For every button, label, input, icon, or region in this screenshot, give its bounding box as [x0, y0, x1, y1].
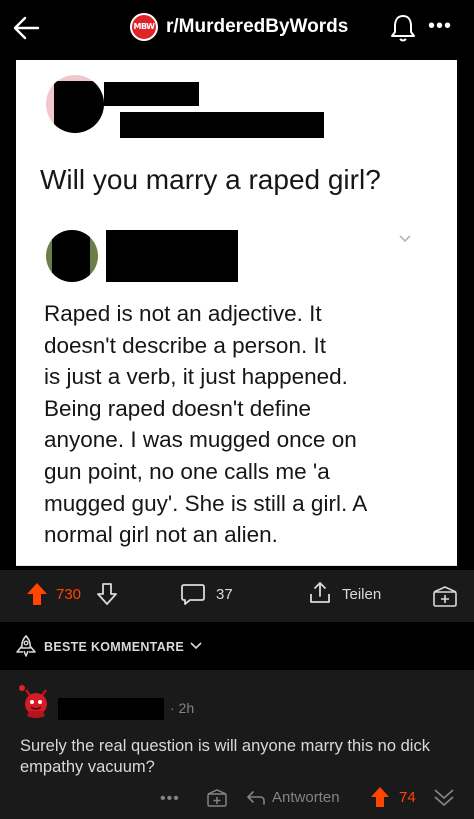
- share-icon[interactable]: [308, 581, 332, 605]
- redaction-box: [106, 230, 238, 282]
- upvote-icon[interactable]: [370, 786, 390, 808]
- share-button[interactable]: Teilen: [342, 586, 381, 603]
- more-options-icon[interactable]: •••: [428, 12, 456, 40]
- redaction-box: [120, 112, 324, 138]
- upvote-icon[interactable]: [26, 582, 48, 606]
- comment-score: 74: [399, 789, 416, 806]
- comment-icon[interactable]: [180, 582, 206, 606]
- rocket-icon: [16, 634, 36, 657]
- commenter-avatar[interactable]: [18, 684, 54, 720]
- redaction-box: [52, 230, 90, 282]
- chevron-down-icon[interactable]: [432, 786, 456, 808]
- post-score: 730: [56, 586, 82, 603]
- redaction-box: [54, 81, 104, 133]
- tweet-question: Will you marry a raped girl?: [40, 164, 381, 195]
- comment-body: Surely the real question is will anyone …: [20, 737, 430, 776]
- redaction-box: [104, 82, 199, 106]
- subreddit-name[interactable]: r/MurderedByWords: [166, 16, 348, 38]
- reply-button[interactable]: Antworten: [272, 789, 340, 806]
- reply-line: normal girl not an alien.: [44, 522, 278, 548]
- reply-line: Being raped doesn't define: [44, 395, 312, 421]
- post-image[interactable]: Will you marry a raped girl? Raped is no…: [16, 60, 457, 566]
- bell-icon[interactable]: [388, 12, 418, 44]
- tweet-avatar: [46, 75, 104, 133]
- redaction-box: [58, 698, 164, 720]
- comment-count[interactable]: 37: [216, 586, 233, 603]
- reply-line: is just a verb, it just happened.: [44, 364, 348, 390]
- chevron-down-icon: [399, 235, 411, 243]
- comment-sort-bar[interactable]: BESTE KOMMENTARE: [0, 622, 474, 670]
- award-icon[interactable]: [206, 788, 228, 808]
- reply-icon[interactable]: [246, 790, 266, 806]
- sort-label[interactable]: BESTE KOMMENTARE: [44, 640, 184, 654]
- reply-line: Raped is not an adjective. It: [44, 301, 322, 326]
- reply-line: gun point, no one calls me 'a: [44, 458, 330, 484]
- chevron-down-icon[interactable]: [190, 642, 202, 650]
- reply-line: mugged guy'. She is still a girl. A: [44, 490, 368, 516]
- more-options-icon[interactable]: •••: [160, 790, 180, 808]
- award-icon[interactable]: [432, 584, 458, 608]
- tweet-reply-text: Raped is not an adjective. It doesn't de…: [44, 298, 444, 551]
- subreddit-icon[interactable]: MBW: [130, 13, 158, 41]
- top-bar: MBW r/MurderedByWords •••: [0, 0, 474, 56]
- downvote-icon[interactable]: [96, 582, 118, 606]
- reply-line: doesn't describe a person. It: [44, 332, 326, 358]
- reply-line: anyone. I was mugged once on: [44, 427, 357, 453]
- back-arrow-icon[interactable]: [8, 10, 44, 46]
- post-action-bar: 730 37 Teilen: [0, 570, 474, 622]
- comment: · 2h Surely the real question is will an…: [0, 670, 474, 819]
- reply-avatar: [46, 230, 98, 282]
- comment-timestamp: · 2h: [170, 700, 195, 716]
